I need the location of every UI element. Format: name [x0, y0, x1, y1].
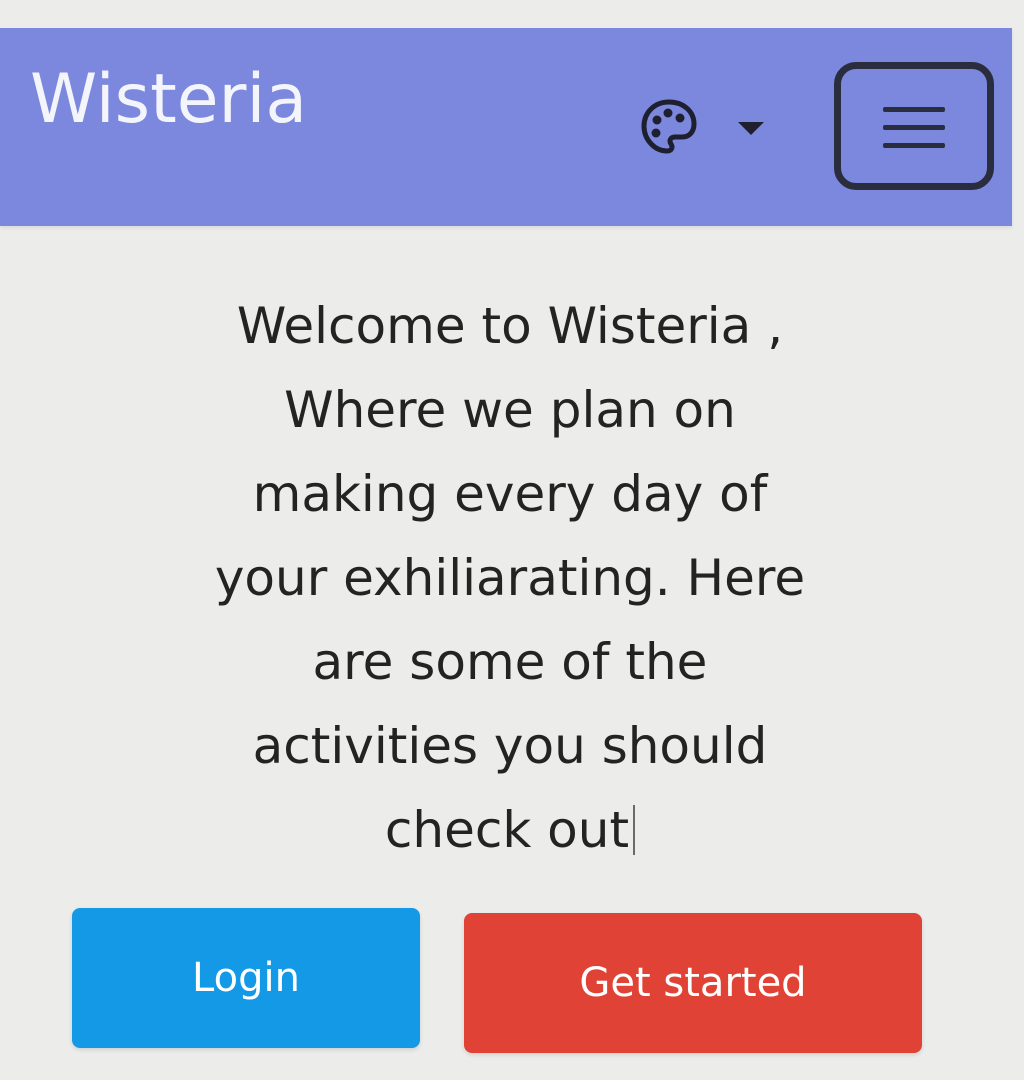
navbar: Wisteria	[0, 28, 1012, 226]
hamburger-icon	[883, 107, 945, 148]
palette-icon	[641, 99, 697, 154]
welcome-message: Welcome to Wisteria , Where we plan on m…	[150, 284, 870, 872]
welcome-line: Where we plan on	[284, 381, 736, 439]
welcome-line: your exhiliarating. Here	[214, 549, 806, 607]
welcome-line: check out	[384, 801, 630, 859]
welcome-line: making every day of	[252, 465, 768, 523]
welcome-line: Welcome to Wisteria ,	[236, 297, 784, 355]
welcome-line-last: check out	[150, 788, 870, 872]
welcome-line: activities you should	[252, 717, 768, 775]
menu-toggle-button[interactable]	[834, 62, 994, 190]
get-started-button[interactable]: Get started	[464, 913, 922, 1053]
welcome-line: are some of the	[312, 633, 708, 691]
caret-down-icon	[738, 122, 764, 135]
brand-title[interactable]: Wisteria	[30, 60, 307, 140]
login-button[interactable]: Login	[72, 908, 420, 1048]
text-cursor	[633, 805, 636, 855]
theme-dropdown-toggle[interactable]	[636, 94, 776, 158]
